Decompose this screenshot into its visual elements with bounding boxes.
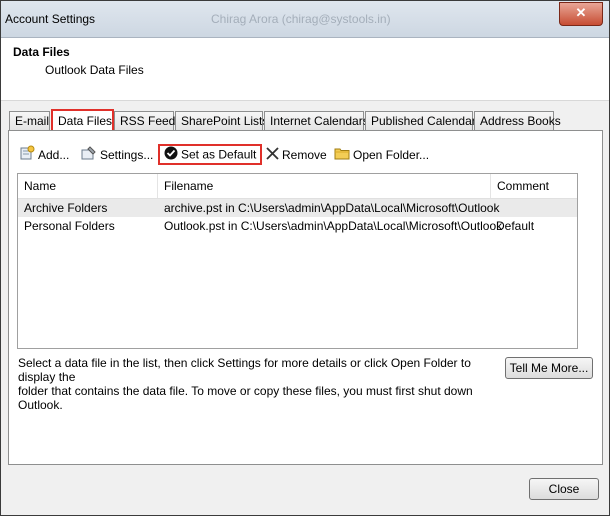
tab-sharepoint-lists[interactable]: SharePoint Lists bbox=[175, 111, 268, 130]
column-header-comment[interactable]: Comment bbox=[491, 174, 577, 198]
add-button[interactable]: Add... bbox=[19, 145, 69, 165]
header-title: Data Files bbox=[13, 45, 70, 59]
column-header-name[interactable]: Name bbox=[18, 174, 158, 198]
info-text: Select a data file in the list, then cli… bbox=[18, 356, 488, 412]
set-as-default-button[interactable]: Set as Default bbox=[158, 144, 262, 165]
close-button[interactable]: Close bbox=[529, 478, 599, 500]
check-circle-icon bbox=[164, 146, 178, 165]
open-folder-button[interactable]: Open Folder... bbox=[334, 145, 429, 165]
tab-published-calendars[interactable]: Published Calendars bbox=[365, 111, 482, 130]
row-name: Personal Folders bbox=[24, 219, 115, 233]
window-close-button[interactable]: ✕ bbox=[559, 2, 603, 26]
tab-internet-calendars[interactable]: Internet Calendars bbox=[264, 111, 369, 130]
info-line-1: Select a data file in the list, then cli… bbox=[18, 356, 471, 384]
window-title-account: Chirag Arora (chirag@systools.in) bbox=[211, 12, 391, 26]
data-files-panel: Add... Settings... Set as Default Remove bbox=[8, 130, 603, 465]
tab-rss-feeds[interactable]: RSS Feeds bbox=[114, 111, 181, 130]
dialog-header: Data Files Outlook Data Files bbox=[1, 38, 609, 101]
header-subtitle: Outlook Data Files bbox=[45, 63, 144, 77]
tell-me-more-button[interactable]: Tell Me More... bbox=[505, 357, 593, 379]
tab-email[interactable]: E-mail bbox=[9, 111, 50, 130]
column-header-filename[interactable]: Filename bbox=[158, 174, 489, 198]
list-row-personal-folders[interactable]: Personal Folders Outlook.pst in C:\Users… bbox=[18, 217, 577, 235]
title-bar[interactable]: Account Settings Chirag Arora (chirag@sy… bbox=[1, 1, 609, 38]
close-icon: ✕ bbox=[575, 5, 587, 20]
row-filename: Outlook.pst in C:\Users\admin\AppData\Lo… bbox=[164, 219, 503, 233]
settings-button[interactable]: Settings... bbox=[81, 145, 153, 165]
row-comment: Default bbox=[496, 219, 535, 233]
data-files-list[interactable]: Name Filename Comment Archive Folders ar… bbox=[17, 173, 578, 349]
remove-x-icon bbox=[266, 146, 279, 166]
open-folder-label: Open Folder... bbox=[353, 148, 430, 162]
row-filename: archive.pst in C:\Users\admin\AppData\Lo… bbox=[164, 201, 500, 215]
info-line-2: folder that contains the data file. To m… bbox=[18, 384, 473, 412]
row-name: Archive Folders bbox=[24, 201, 108, 215]
folder-icon bbox=[334, 146, 350, 166]
remove-button-label: Remove bbox=[282, 148, 327, 162]
tab-address-books[interactable]: Address Books bbox=[474, 111, 561, 130]
tab-data-files[interactable]: Data Files bbox=[51, 109, 114, 131]
set-as-default-label: Set as Default bbox=[181, 147, 257, 162]
settings-button-label: Settings... bbox=[100, 148, 154, 163]
list-row-archive-folders[interactable]: Archive Folders archive.pst in C:\Users\… bbox=[18, 199, 577, 217]
settings-icon bbox=[81, 145, 97, 167]
list-header: Name Filename Comment bbox=[18, 174, 577, 199]
window-title: Account Settings bbox=[5, 12, 96, 26]
account-settings-window: Account Settings Chirag Arora (chirag@sy… bbox=[0, 0, 610, 516]
add-data-file-icon bbox=[19, 145, 35, 167]
remove-button[interactable]: Remove bbox=[266, 145, 327, 165]
add-button-label: Add... bbox=[38, 148, 70, 163]
